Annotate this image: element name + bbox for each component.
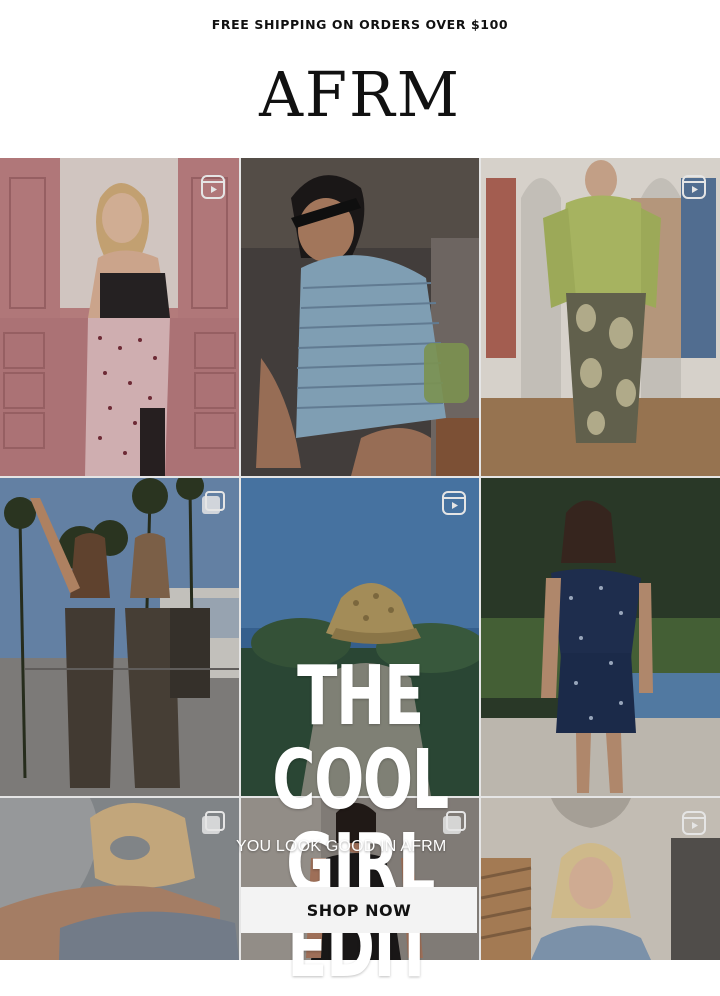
grid-photo-3[interactable]: [481, 158, 720, 476]
photo-3-image: [481, 158, 720, 476]
reel-icon: [442, 491, 466, 515]
reel-icon: [682, 175, 706, 199]
announcement-text: FREE SHIPPING ON ORDERS OVER $100: [211, 16, 509, 32]
hero-headline-line-1: THE COOL: [272, 649, 449, 828]
photo-6-image: [481, 478, 720, 796]
grid-photo-7[interactable]: [0, 798, 239, 960]
multi-photo-icon: [202, 491, 225, 514]
reel-icon: [682, 811, 706, 835]
photo-1-image: [0, 158, 239, 476]
grid-photo-1[interactable]: [0, 158, 239, 476]
hero-headline: THE COOL GIRL EDIT: [216, 655, 504, 991]
brand-logo[interactable]: AFRM: [7, 58, 713, 132]
announcement-bar: FREE SHIPPING ON ORDERS OVER $100: [0, 0, 720, 48]
hero-subline: YOU LOOK GOOD IN AFRM: [236, 838, 447, 855]
grid-photo-2[interactable]: [241, 158, 479, 476]
photo-2-image: [241, 158, 479, 476]
grid-photo-6[interactable]: [481, 478, 720, 796]
grid-photo-4[interactable]: [0, 478, 239, 796]
reel-icon: [201, 175, 225, 199]
shop-now-button[interactable]: SHOP NOW: [241, 887, 477, 933]
grid-photo-9[interactable]: [481, 798, 720, 960]
photo-4-image: [0, 478, 239, 796]
